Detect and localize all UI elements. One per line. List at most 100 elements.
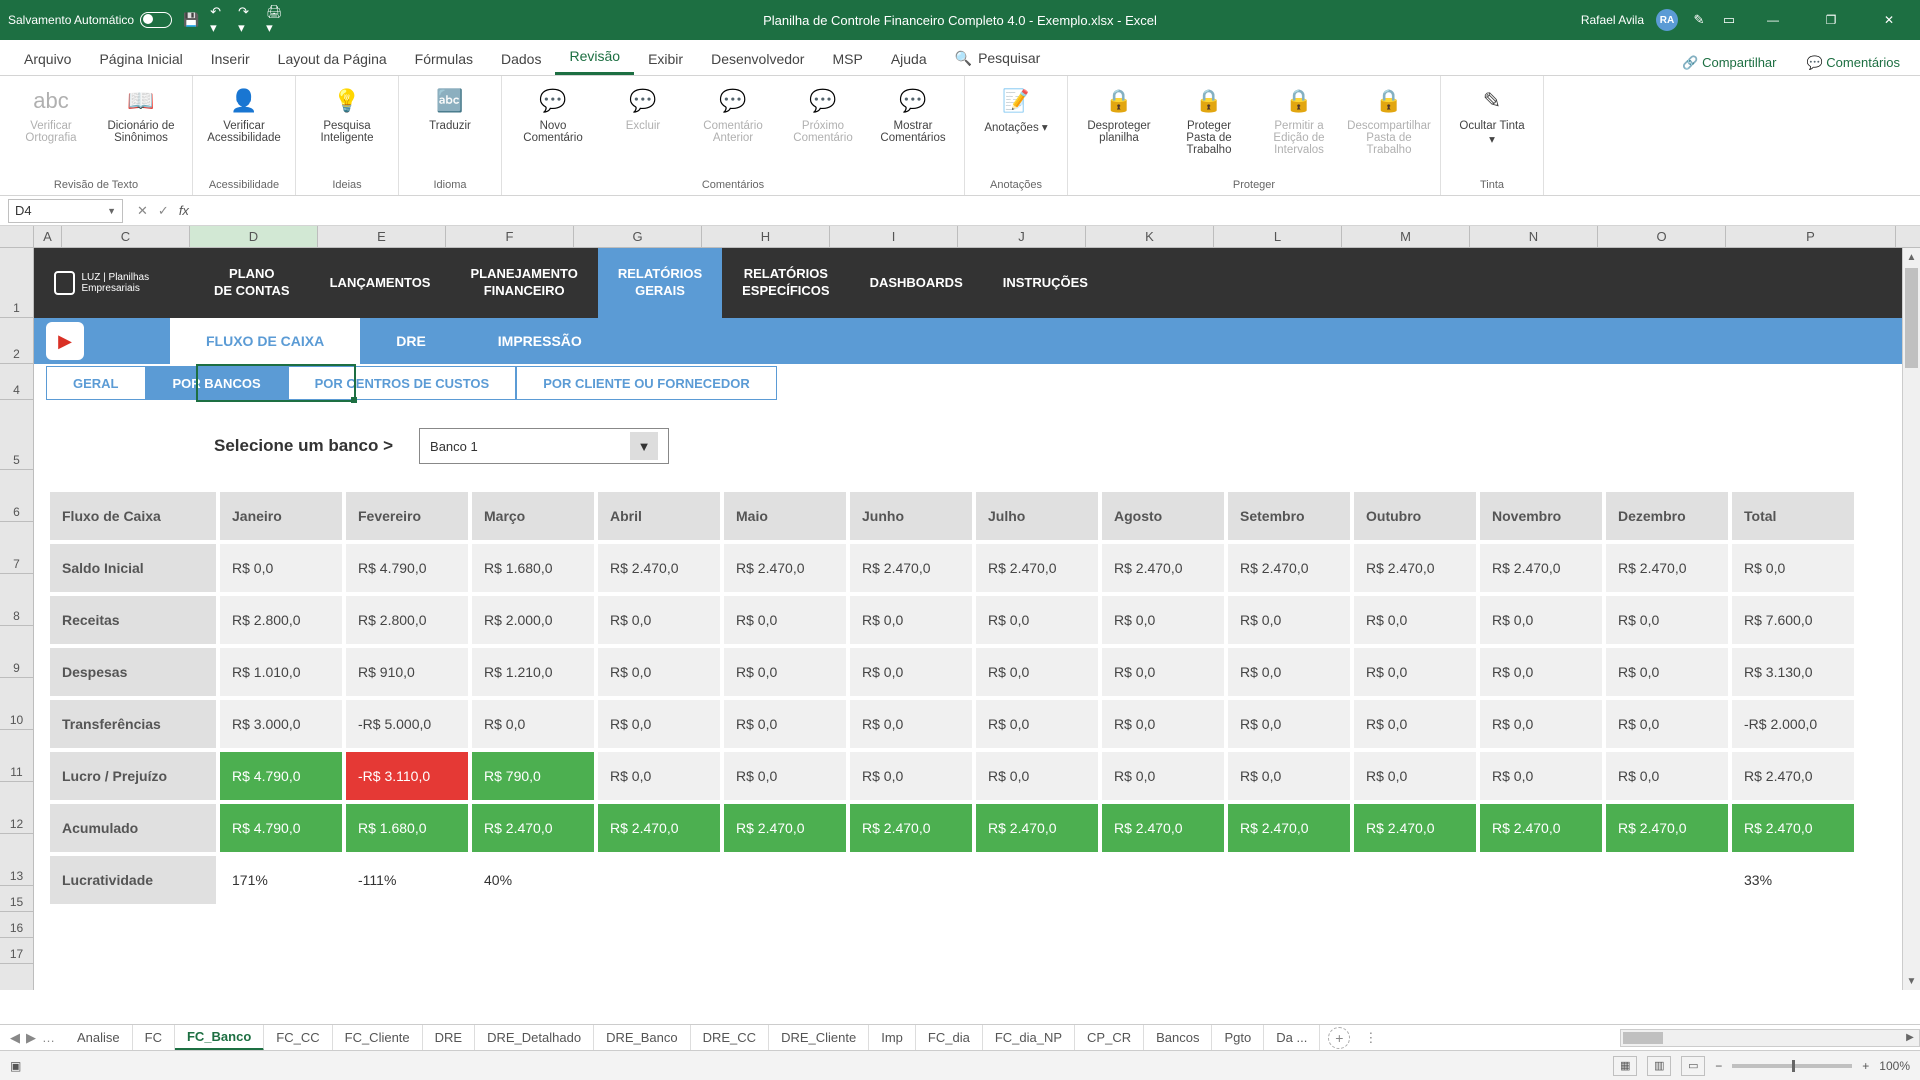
column-header[interactable]: E bbox=[318, 226, 446, 247]
share-button[interactable]: 🔗 Compartilhar bbox=[1672, 51, 1786, 75]
ribbon-item-ocultar-tinta-[interactable]: ✎Ocultar Tinta ▾ bbox=[1451, 82, 1533, 148]
column-header[interactable]: P bbox=[1726, 226, 1896, 247]
row-header[interactable]: 13 bbox=[0, 834, 33, 886]
row-header[interactable]: 17 bbox=[0, 938, 33, 964]
save-icon[interactable]: 💾 bbox=[182, 11, 200, 29]
toggle-switch-icon[interactable] bbox=[140, 12, 172, 28]
record-macro-icon[interactable]: ▣ bbox=[10, 1059, 21, 1073]
add-sheet-button[interactable]: + bbox=[1328, 1027, 1350, 1049]
sheet-list-icon[interactable]: … bbox=[42, 1030, 55, 1046]
sheet-tab-fc_banco[interactable]: FC_Banco bbox=[175, 1025, 264, 1051]
enter-formula-icon[interactable]: ✓ bbox=[158, 203, 169, 219]
view-pagelayout-icon[interactable]: ▥ bbox=[1647, 1056, 1671, 1076]
column-header[interactable]: O bbox=[1598, 226, 1726, 247]
drawmode-icon[interactable]: ✎ bbox=[1690, 11, 1708, 29]
ribbon-tab-layout-da-página[interactable]: Layout da Página bbox=[264, 43, 401, 75]
comments-button[interactable]: 💬 Comentários bbox=[1797, 51, 1911, 75]
scroll-up-icon[interactable]: ▲ bbox=[1903, 248, 1920, 266]
horizontal-scrollbar[interactable]: ◀ ▶ bbox=[1620, 1029, 1920, 1047]
first-sheet-icon[interactable]: ◀ bbox=[10, 1030, 20, 1046]
scrollbar-thumb[interactable] bbox=[1905, 268, 1918, 368]
redo-icon[interactable]: ↷ ▾ bbox=[238, 11, 256, 29]
chevron-down-icon[interactable]: ▼ bbox=[630, 432, 658, 460]
sheet-tab-da ...[interactable]: Da ... bbox=[1264, 1025, 1320, 1051]
ribbon-item-mostrar-coment-rios[interactable]: 💬Mostrar Comentários bbox=[872, 82, 954, 146]
filter-por-cliente-ou-fornecedor[interactable]: POR CLIENTE OU FORNECEDOR bbox=[516, 366, 777, 400]
avatar[interactable]: RA bbox=[1656, 9, 1678, 31]
row-header[interactable]: 1 bbox=[0, 248, 33, 318]
filter-por-bancos[interactable]: POR BANCOS bbox=[146, 366, 288, 400]
sheet-tab-dre_detalhado[interactable]: DRE_Detalhado bbox=[475, 1025, 594, 1051]
row-header[interactable]: 8 bbox=[0, 574, 33, 626]
nav-tab-plano-de-contas[interactable]: PLANO DE CONTAS bbox=[194, 248, 310, 318]
fx-icon[interactable]: fx bbox=[179, 203, 189, 219]
column-header[interactable]: C bbox=[62, 226, 190, 247]
tell-me-search[interactable]: 🔍Pesquisar bbox=[941, 42, 1055, 75]
close-icon[interactable]: ✕ bbox=[1866, 0, 1912, 40]
ribbon-tab-página-inicial[interactable]: Página Inicial bbox=[85, 43, 196, 75]
sheet-tab-dre_banco[interactable]: DRE_Banco bbox=[594, 1025, 691, 1051]
column-header[interactable]: J bbox=[958, 226, 1086, 247]
ribbon-item-dicion-rio-de-sin-nimos[interactable]: 📖Dicionário de Sinônimos bbox=[100, 82, 182, 146]
select-all-corner[interactable] bbox=[0, 226, 34, 247]
column-header[interactable]: I bbox=[830, 226, 958, 247]
sheet-tab-fc[interactable]: FC bbox=[133, 1025, 175, 1051]
minimize-icon[interactable]: — bbox=[1750, 0, 1796, 40]
column-header[interactable]: A bbox=[34, 226, 62, 247]
ribbon-tab-fórmulas[interactable]: Fórmulas bbox=[401, 43, 487, 75]
formula-input[interactable] bbox=[199, 199, 1920, 223]
ribbon-display-icon[interactable]: ▭ bbox=[1720, 11, 1738, 29]
column-header[interactable]: M bbox=[1342, 226, 1470, 247]
nav-tab-relatórios-específicos[interactable]: RELATÓRIOS ESPECÍFICOS bbox=[722, 248, 849, 318]
row-header[interactable]: 12 bbox=[0, 782, 33, 834]
sub-tab-fluxo-de-caixa[interactable]: FLUXO DE CAIXA bbox=[170, 318, 360, 364]
ribbon-tab-exibir[interactable]: Exibir bbox=[634, 43, 697, 75]
sub-tab-dre[interactable]: DRE bbox=[360, 318, 462, 364]
sheet-tab-dre_cliente[interactable]: DRE_Cliente bbox=[769, 1025, 869, 1051]
ribbon-item-proteger-pasta-de-trabalho[interactable]: 🔒Proteger Pasta de Trabalho bbox=[1168, 82, 1250, 158]
cancel-formula-icon[interactable]: ✕ bbox=[137, 203, 148, 219]
sheet-tab-fc_dia_np[interactable]: FC_dia_NP bbox=[983, 1025, 1075, 1051]
ribbon-item-novo-coment-rio[interactable]: 💬Novo Comentário bbox=[512, 82, 594, 146]
zoom-level[interactable]: 100% bbox=[1879, 1059, 1910, 1073]
sheet-tab-dre[interactable]: DRE bbox=[423, 1025, 475, 1051]
row-header[interactable]: 4 bbox=[0, 364, 33, 400]
column-header[interactable]: G bbox=[574, 226, 702, 247]
sheet-tab-fc_cc[interactable]: FC_CC bbox=[264, 1025, 332, 1051]
row-header[interactable]: 10 bbox=[0, 678, 33, 730]
ribbon-tab-revisão[interactable]: Revisão bbox=[555, 40, 634, 75]
ribbon-tab-inserir[interactable]: Inserir bbox=[197, 43, 264, 75]
view-normal-icon[interactable]: ▦ bbox=[1613, 1056, 1637, 1076]
view-pagebreak-icon[interactable]: ▭ bbox=[1681, 1056, 1705, 1076]
column-header[interactable]: F bbox=[446, 226, 574, 247]
ribbon-item-verificar-acessibilidade[interactable]: 👤Verificar Acessibilidade bbox=[203, 82, 285, 146]
row-header[interactable]: 7 bbox=[0, 522, 33, 574]
ribbon-item-pesquisa-inteligente[interactable]: 💡Pesquisa Inteligente bbox=[306, 82, 388, 146]
column-header[interactable]: L bbox=[1214, 226, 1342, 247]
ribbon-tab-arquivo[interactable]: Arquivo bbox=[10, 43, 85, 75]
nav-tab-dashboards[interactable]: DASHBOARDS bbox=[850, 248, 983, 318]
row-header[interactable]: 16 bbox=[0, 912, 33, 938]
row-header[interactable]: 9 bbox=[0, 626, 33, 678]
sheet-tab-dre_cc[interactable]: DRE_CC bbox=[691, 1025, 769, 1051]
scroll-down-icon[interactable]: ▼ bbox=[1903, 972, 1920, 990]
sheet-tab-fc_dia[interactable]: FC_dia bbox=[916, 1025, 983, 1051]
column-header[interactable]: K bbox=[1086, 226, 1214, 247]
ribbon-tab-desenvolvedor[interactable]: Desenvolvedor bbox=[697, 43, 818, 75]
bank-dropdown[interactable]: Banco 1 ▼ bbox=[419, 428, 669, 464]
row-header[interactable]: 5 bbox=[0, 400, 33, 470]
filter-por-centros-de-custos[interactable]: POR CENTROS DE CUSTOS bbox=[288, 366, 517, 400]
scrollbar-thumb[interactable] bbox=[1623, 1032, 1663, 1044]
nav-tab-relatórios-gerais[interactable]: RELATÓRIOS GERAIS bbox=[598, 248, 722, 318]
scroll-right-icon[interactable]: ▶ bbox=[1901, 1030, 1919, 1046]
nav-tab-lançamentos[interactable]: LANÇAMENTOS bbox=[310, 248, 451, 318]
column-header[interactable]: N bbox=[1470, 226, 1598, 247]
row-header[interactable]: 11 bbox=[0, 730, 33, 782]
filter-geral[interactable]: GERAL bbox=[46, 366, 146, 400]
ribbon-tab-msp[interactable]: MSP bbox=[818, 43, 876, 75]
zoom-slider[interactable] bbox=[1732, 1064, 1852, 1068]
column-header[interactable]: D bbox=[190, 226, 318, 247]
play-button[interactable]: ▶ bbox=[46, 322, 84, 360]
ribbon-tab-dados[interactable]: Dados bbox=[487, 43, 555, 75]
ribbon-tab-ajuda[interactable]: Ajuda bbox=[877, 43, 941, 75]
